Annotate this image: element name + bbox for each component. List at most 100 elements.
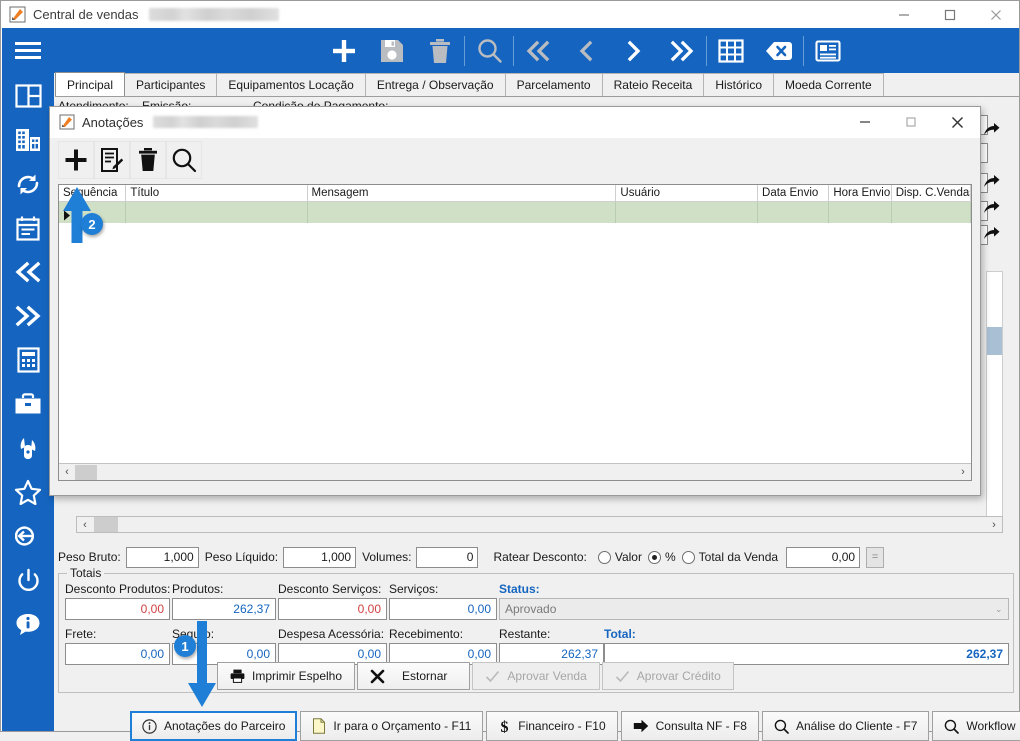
sidebar-item-ferramentas[interactable]	[2, 382, 54, 426]
input-produtos[interactable]: 262,37	[172, 598, 276, 620]
grid-horizontal-scrollbar[interactable]: ‹ ›	[59, 463, 971, 480]
workflow-button[interactable]: Workflow	[932, 711, 1020, 741]
cell-data-envio[interactable]	[758, 202, 830, 223]
consulta-nf-button[interactable]: Consulta NF - F8	[620, 711, 759, 741]
dialog-delete-button[interactable]	[130, 141, 166, 179]
dialog-minimize-button[interactable]	[842, 107, 888, 138]
peso-bruto-input[interactable]: 1,000	[125, 546, 199, 568]
chevron-down-icon: ⌄	[995, 604, 1003, 614]
sidebar-item-informacoes[interactable]	[2, 602, 54, 646]
input-desconto-produtos[interactable]: 0,00	[65, 598, 170, 620]
sidebar-item-agenda[interactable]	[2, 206, 54, 250]
sidebar-item-favoritos[interactable]	[2, 470, 54, 514]
input-desconto-servicos[interactable]: 0,00	[278, 598, 387, 620]
form-vertical-scrollbar[interactable]	[986, 271, 1003, 521]
estornar-button[interactable]: Estornar	[357, 662, 471, 690]
totais-groupbox: Totais Desconto Produtos: Produtos: Desc…	[58, 566, 1014, 693]
radio-percent[interactable]: %	[647, 550, 676, 564]
dialog-close-button[interactable]	[934, 107, 980, 138]
tab-entrega-observacao[interactable]: Entrega / Observação	[364, 73, 506, 96]
radio-total-venda[interactable]: Total da Venda	[681, 550, 778, 564]
input-servicos[interactable]: 0,00	[389, 598, 497, 620]
toolbar-cancel-button[interactable]	[755, 28, 803, 73]
sidebar-item-calculadora[interactable]	[2, 338, 54, 382]
magnifier-icon	[171, 147, 197, 173]
volumes-input[interactable]: 0	[416, 546, 479, 568]
cell-hora-envio[interactable]	[829, 202, 892, 223]
peso-liquido-input[interactable]: 1,000	[283, 546, 357, 568]
window-close-button[interactable]	[973, 1, 1019, 28]
tab-rateio-receita[interactable]: Rateio Receita	[601, 73, 705, 96]
dialog-search-button[interactable]	[166, 141, 202, 179]
analise-do-cliente-button[interactable]: Análise do Cliente - F7	[761, 711, 930, 741]
apply-discount-button[interactable]: =	[866, 546, 885, 568]
grid-col-sequencia[interactable]: Sequência	[59, 185, 127, 202]
sidebar-item-logout[interactable]	[2, 514, 54, 558]
ratear-value-input[interactable]: 0,00	[786, 546, 861, 568]
sidebar-item-avancar[interactable]	[2, 294, 54, 338]
toolbar-grid-button[interactable]	[707, 28, 755, 73]
grid-col-disp-cvendas[interactable]: Disp. C.Vendas	[892, 185, 971, 202]
table-row[interactable]	[59, 202, 971, 223]
window-maximize-button[interactable]	[927, 1, 973, 28]
svg-text:$: $	[501, 719, 509, 735]
input-frete[interactable]: 0,00	[65, 643, 170, 665]
grid-col-mensagem[interactable]: Mensagem	[308, 185, 617, 202]
scroll-right-arrow-icon[interactable]: ›	[986, 517, 1002, 532]
ir-para-orcamento-button[interactable]: Ir para o Orçamento - F11	[300, 711, 484, 741]
toolbar-divider-2	[513, 35, 514, 66]
tab-principal[interactable]: Principal	[55, 72, 126, 96]
grid-col-hora-envio[interactable]: Hora Envio	[829, 185, 892, 202]
anotacoes-do-parceiro-button[interactable]: Anotações do Parceiro	[130, 711, 298, 741]
dialog-add-button[interactable]	[58, 141, 94, 179]
grid-col-titulo[interactable]: Título	[126, 185, 308, 202]
sidebar-item-encerrar[interactable]	[2, 558, 54, 602]
toolbar-search-button[interactable]	[465, 28, 513, 73]
grid-scroll-right-arrow-icon[interactable]: ›	[955, 464, 971, 480]
tab-parcelamento[interactable]: Parcelamento	[504, 73, 603, 96]
toolbar-last-button[interactable]	[658, 28, 706, 73]
toolbar-first-button[interactable]	[514, 28, 562, 73]
toolbar-grid-group	[707, 28, 803, 73]
info-chat-icon	[15, 612, 41, 637]
toolbox-icon	[14, 393, 42, 415]
cell-usuario[interactable]	[616, 202, 759, 223]
sidebar-item-atualizar[interactable]	[2, 162, 54, 206]
radio-valor[interactable]: Valor	[597, 550, 642, 564]
toolbar-next-button[interactable]	[610, 28, 658, 73]
sidebar-item-recuar[interactable]	[2, 250, 54, 294]
toolbar-save-button[interactable]	[368, 28, 416, 73]
form-vertical-scroll-thumb[interactable]	[987, 327, 1002, 355]
logout-icon	[14, 524, 42, 548]
status-combobox[interactable]: Aprovado ⌄	[499, 598, 1009, 620]
toolbar-delete-button[interactable]	[416, 28, 464, 73]
scroll-left-arrow-icon[interactable]: ‹	[77, 517, 93, 532]
dialog-maximize-button[interactable]	[888, 107, 934, 138]
cell-disp-cvendas[interactable]	[892, 202, 971, 223]
anotacoes-grid[interactable]: Sequência Título Mensagem Usuário Data E…	[58, 184, 972, 481]
financeiro-button[interactable]: $ Financeiro - F10	[486, 711, 618, 741]
sidebar-item-empresa[interactable]	[2, 118, 54, 162]
tab-historico[interactable]: Histórico	[703, 73, 775, 96]
sidebar-item-layout[interactable]	[2, 74, 54, 118]
tab-equipamentos-locacao[interactable]: Equipamentos Locação	[216, 73, 366, 96]
grid-horizontal-scroll-thumb[interactable]	[75, 464, 97, 480]
toolbar-prev-button[interactable]	[562, 28, 610, 73]
window-minimize-button[interactable]	[881, 1, 927, 28]
form-horizontal-scrollbar[interactable]: ‹ ›	[76, 516, 1003, 533]
cell-titulo[interactable]	[126, 202, 308, 223]
sidebar-item-utilitarios[interactable]	[2, 426, 54, 470]
grid-col-data-envio[interactable]: Data Envio	[758, 185, 830, 202]
grid-scroll-left-arrow-icon[interactable]: ‹	[59, 464, 75, 480]
tab-moeda-corrente[interactable]: Moeda Corrente	[773, 73, 884, 96]
toolbar-report-button[interactable]	[804, 28, 852, 73]
form-horizontal-scroll-thumb[interactable]	[94, 517, 118, 532]
cell-mensagem[interactable]	[308, 202, 617, 223]
grid-col-usuario[interactable]: Usuário	[616, 185, 759, 202]
tab-participantes[interactable]: Participantes	[124, 73, 218, 96]
dialog-edit-button[interactable]	[94, 141, 130, 179]
toolbar-add-button[interactable]	[320, 28, 368, 73]
sidebar-item-menu[interactable]	[2, 28, 54, 74]
weights-and-discount-row: Peso Bruto: 1,000 Peso Líquido: 1,000 Vo…	[58, 545, 1014, 569]
imprimir-espelho-button[interactable]: Imprimir Espelho	[217, 662, 356, 690]
